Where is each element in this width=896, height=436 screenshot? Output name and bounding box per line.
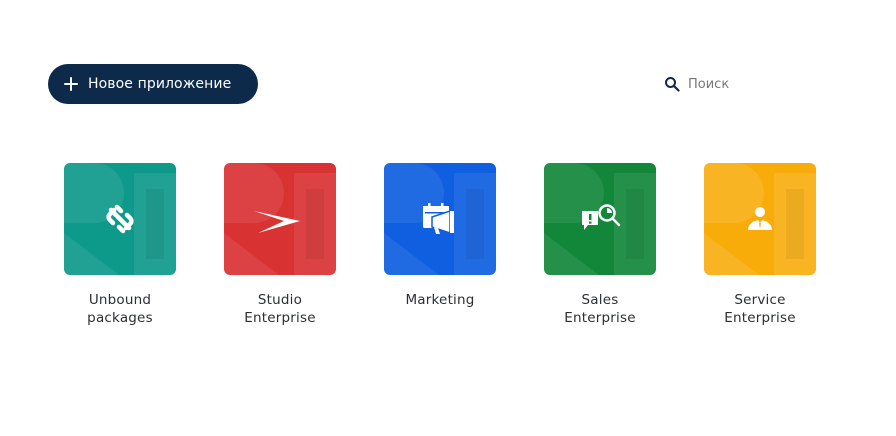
search-input[interactable] bbox=[688, 76, 858, 92]
app-launcher-page: Новое приложение Поиск Unbound packages … bbox=[0, 0, 896, 436]
app-name-line: Enterprise bbox=[564, 310, 636, 326]
app-tile bbox=[64, 163, 176, 275]
calendar-megaphone-icon bbox=[423, 203, 454, 235]
app-marketing[interactable]: Marketing bbox=[360, 163, 520, 327]
app-service-enterprise[interactable]: Service Enterprise bbox=[680, 163, 840, 327]
app-name-line: Unbound bbox=[88, 292, 152, 308]
app-sales-enterprise[interactable]: Sales Enterprise bbox=[520, 163, 680, 327]
plus-icon bbox=[64, 77, 78, 91]
app-name-line: Sales bbox=[581, 292, 619, 308]
app-tile bbox=[224, 163, 336, 275]
app-name: Marketing bbox=[365, 291, 515, 309]
unlink-icon bbox=[106, 204, 134, 234]
app-name-line: Service bbox=[734, 292, 786, 308]
studio-swoosh-icon bbox=[254, 211, 300, 233]
sales-search-icon bbox=[582, 204, 621, 230]
app-name: Studio Enterprise bbox=[205, 291, 355, 327]
new-app-button[interactable]: Новое приложение bbox=[48, 64, 258, 104]
search-box bbox=[664, 72, 864, 96]
app-unbound-packages[interactable]: Unbound packages bbox=[40, 163, 200, 327]
app-name: Sales Enterprise bbox=[525, 291, 675, 327]
app-tile bbox=[384, 163, 496, 275]
app-name-line: Enterprise bbox=[724, 310, 796, 326]
service-agent-icon bbox=[748, 207, 772, 230]
app-grid: Unbound packages Studio Enterprise Marke… bbox=[40, 163, 840, 327]
new-app-label: Новое приложение bbox=[88, 76, 232, 92]
app-studio-enterprise[interactable]: Studio Enterprise bbox=[200, 163, 360, 327]
app-name-line: packages bbox=[87, 310, 153, 326]
app-name: Unbound packages bbox=[45, 291, 195, 327]
app-tile bbox=[544, 163, 656, 275]
app-tile bbox=[704, 163, 816, 275]
app-name-line: Marketing bbox=[405, 292, 475, 308]
app-name-line: Studio bbox=[257, 292, 303, 308]
app-name-line: Enterprise bbox=[244, 310, 316, 326]
search-icon bbox=[665, 77, 680, 92]
app-name: Service Enterprise bbox=[685, 291, 835, 327]
